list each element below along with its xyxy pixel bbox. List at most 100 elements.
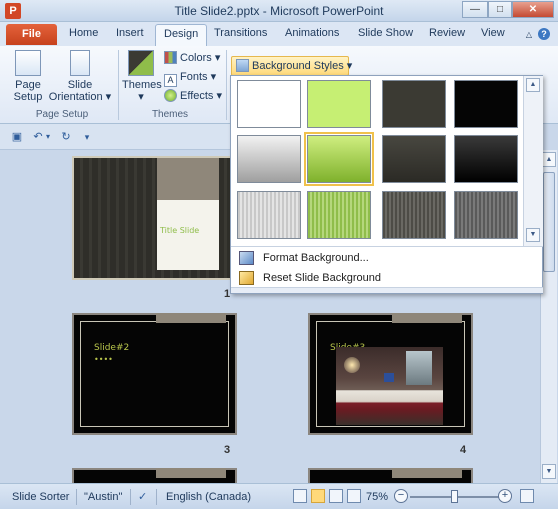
- group-separator: [226, 50, 227, 120]
- themes-dropdown-icon: ▾: [138, 91, 144, 103]
- tab-insert[interactable]: Insert: [116, 27, 144, 39]
- scroll-up-icon[interactable]: ▲: [542, 152, 556, 167]
- tab-transitions[interactable]: Transitions: [214, 27, 267, 39]
- status-separator: [76, 489, 77, 505]
- background-style-swatch[interactable]: [307, 80, 371, 128]
- slide-number: 3: [224, 444, 231, 456]
- scroll-down-icon[interactable]: ▼: [542, 464, 556, 479]
- themes-label: Themes: [122, 79, 162, 91]
- slide-tab-decoration: [392, 468, 462, 478]
- slide-number: 4: [460, 444, 467, 456]
- slide-orientation-icon: [70, 50, 90, 76]
- save-icon[interactable]: ▣: [10, 130, 24, 144]
- background-style-swatch[interactable]: [307, 191, 371, 239]
- effects-button[interactable]: Effects ▾: [164, 87, 222, 105]
- slide-sorter-view-icon[interactable]: [311, 489, 325, 503]
- fonts-icon: A: [164, 74, 177, 87]
- gallery-scroll-down-icon[interactable]: ▼: [526, 228, 540, 242]
- reset-background-label: Reset Slide Background: [263, 272, 382, 284]
- slide-orientation-label-1: Slide: [67, 79, 93, 91]
- title-placeholder: [157, 200, 219, 270]
- themes-button[interactable]: Themes ▾: [122, 50, 162, 103]
- customize-toolbar-icon[interactable]: ▾: [80, 130, 94, 144]
- group-separator: [118, 50, 119, 120]
- redo-icon[interactable]: ↻: [59, 130, 73, 144]
- page-setup-label-2: Setup: [13, 91, 43, 103]
- background-style-swatch[interactable]: [454, 80, 518, 128]
- background-style-swatch[interactable]: [382, 191, 446, 239]
- spell-check-icon[interactable]: ✓: [138, 486, 147, 508]
- language-indicator[interactable]: English (Canada): [166, 486, 251, 508]
- format-background-menu-item[interactable]: Format Background...: [235, 248, 535, 268]
- slide-orientation-button[interactable]: Slide Orientation ▾: [48, 50, 112, 103]
- slide-show-view-icon[interactable]: [347, 489, 361, 503]
- slide-title-text: Title Slide: [160, 226, 200, 235]
- themes-group-label: Themes: [151, 109, 189, 120]
- gallery-resize-grip[interactable]: [231, 287, 543, 293]
- page-setup-button[interactable]: Page Setup: [10, 50, 46, 103]
- help-icon[interactable]: ?: [538, 28, 550, 40]
- background-style-swatch[interactable]: [454, 135, 518, 183]
- gallery-scrollbar[interactable]: ▲ ▼: [523, 76, 543, 246]
- background-style-swatch[interactable]: [382, 135, 446, 183]
- slide-heading-text: Slide#2: [94, 343, 130, 353]
- gallery-scroll-up-icon[interactable]: ▲: [526, 78, 540, 92]
- background-style-swatch[interactable]: [454, 191, 518, 239]
- slide-orientation-label-2: Orientation ▾: [48, 91, 112, 103]
- tab-design[interactable]: Design: [155, 24, 208, 46]
- zoom-out-button[interactable]: −: [394, 489, 408, 503]
- colors-button[interactable]: Colors ▾: [164, 49, 220, 67]
- effects-icon: [164, 89, 177, 102]
- colors-icon: [164, 51, 177, 64]
- slide-thumbnail[interactable]: Slide#3: [308, 313, 473, 435]
- slide-thumbnail[interactable]: [72, 468, 237, 483]
- slide-thumbnail[interactable]: [308, 468, 473, 483]
- tab-view[interactable]: View: [481, 27, 505, 39]
- scroll-thumb[interactable]: [543, 172, 555, 272]
- background-style-swatch[interactable]: [237, 80, 301, 128]
- format-background-icon: [239, 251, 254, 265]
- status-separator: [130, 489, 131, 505]
- zoom-level[interactable]: 75%: [366, 486, 388, 508]
- quick-access-toolbar: ▣ ↶ ▾ ↻ ▾: [0, 124, 232, 150]
- close-button[interactable]: ✕: [512, 1, 554, 18]
- maximize-button[interactable]: □: [488, 1, 512, 18]
- background-style-swatch[interactable]: [382, 80, 446, 128]
- gallery-separator: [231, 246, 543, 247]
- zoom-slider-thumb[interactable]: [451, 490, 458, 503]
- window-light: [406, 351, 432, 385]
- theme-name[interactable]: "Austin": [84, 486, 122, 508]
- minimize-ribbon-icon[interactable]: △: [526, 30, 532, 39]
- slide-thumbnail[interactable]: Slide#2 ••••: [72, 313, 237, 435]
- undo-dropdown-icon[interactable]: ▾: [44, 130, 52, 144]
- reset-slide-background-menu-item[interactable]: Reset Slide Background: [235, 268, 535, 288]
- slide-border: [80, 321, 229, 427]
- status-bar: Slide Sorter "Austin" ✓ English (Canada)…: [0, 483, 558, 509]
- undo-icon[interactable]: ↶: [31, 130, 45, 144]
- reading-view-icon[interactable]: [329, 489, 343, 503]
- colors-label: Colors: [180, 52, 212, 64]
- normal-view-icon[interactable]: [293, 489, 307, 503]
- fit-to-window-icon[interactable]: [520, 489, 534, 503]
- slide-bullet-text: ••••: [94, 355, 113, 364]
- view-name: Slide Sorter: [12, 491, 70, 503]
- tab-slide-show[interactable]: Slide Show: [358, 27, 413, 39]
- zoom-in-button[interactable]: +: [498, 489, 512, 503]
- reset-background-icon: [239, 271, 254, 285]
- tab-animations[interactable]: Animations: [285, 27, 339, 39]
- tab-home[interactable]: Home: [69, 27, 98, 39]
- tab-file[interactable]: File: [6, 24, 57, 45]
- slide-thumbnail[interactable]: Title Slide: [72, 156, 237, 280]
- background-style-swatch[interactable]: [237, 191, 301, 239]
- fonts-button[interactable]: A Fonts ▾: [164, 68, 216, 87]
- background-styles-icon: [236, 59, 249, 72]
- background-style-swatch[interactable]: [304, 132, 374, 186]
- tab-review[interactable]: Review: [429, 27, 465, 39]
- minimize-button[interactable]: —: [462, 1, 488, 18]
- status-separator: [156, 489, 157, 505]
- themes-icon: [128, 50, 154, 76]
- background-style-swatch[interactable]: [237, 135, 301, 183]
- title-bar: P Title Slide2.pptx - Microsoft PowerPoi…: [0, 0, 558, 22]
- page-setup-icon: [15, 50, 41, 76]
- background-styles-button[interactable]: Background Styles ▾: [231, 56, 352, 76]
